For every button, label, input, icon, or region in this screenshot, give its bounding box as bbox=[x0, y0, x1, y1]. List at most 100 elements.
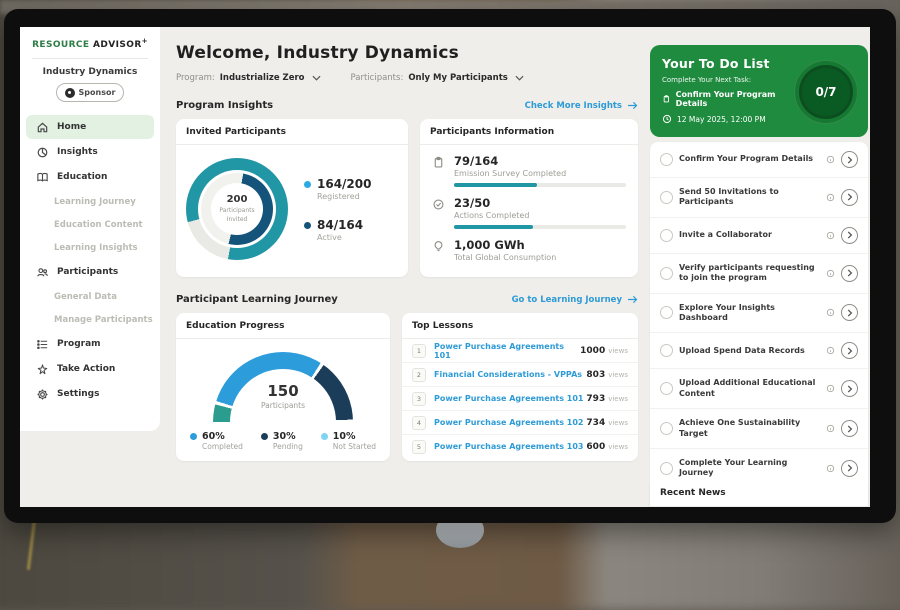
task-open-button[interactable] bbox=[841, 265, 858, 282]
task-row: Upload Spend Data Records bbox=[650, 333, 868, 369]
sidebar-item-program[interactable]: Program bbox=[26, 332, 154, 356]
chevron-down-icon bbox=[515, 75, 524, 81]
views-suffix: views bbox=[608, 371, 628, 379]
list-icon bbox=[36, 338, 49, 351]
lesson-row: 2 Financial Considerations - VPPAs 803 v… bbox=[402, 363, 638, 387]
info-icon[interactable] bbox=[826, 231, 835, 240]
chevron-right-icon bbox=[847, 309, 853, 317]
task-open-button[interactable] bbox=[841, 460, 858, 477]
insights-icon bbox=[36, 146, 49, 159]
task-open-button[interactable] bbox=[841, 420, 858, 437]
task-checkbox[interactable] bbox=[660, 382, 673, 395]
info-icon[interactable] bbox=[826, 346, 835, 355]
go-to-learning-journey-link[interactable]: Go to Learning Journey bbox=[512, 295, 638, 305]
lesson-link[interactable]: Financial Considerations - VPPAs bbox=[434, 370, 586, 379]
task-open-button[interactable] bbox=[841, 227, 858, 244]
chevron-right-icon bbox=[847, 231, 853, 239]
legend-label: Active bbox=[317, 233, 363, 242]
sidebar-item-learning-journey[interactable]: Learning Journey bbox=[20, 190, 160, 213]
sidebar-item-home[interactable]: Home bbox=[26, 115, 154, 139]
views-suffix: views bbox=[608, 443, 628, 451]
task-checkbox[interactable] bbox=[660, 306, 673, 319]
stat-label: Total Global Consumption bbox=[454, 253, 556, 262]
lesson-row: 3 Power Purchase Agreements 101 793 view… bbox=[402, 387, 638, 411]
lesson-views: 734 bbox=[586, 418, 605, 428]
sidebar-item-settings[interactable]: Settings bbox=[26, 382, 154, 406]
lesson-row: 4 Power Purchase Agreements 102 734 view… bbox=[402, 411, 638, 435]
logo-resource: RESOURCE bbox=[32, 40, 89, 50]
task-open-button[interactable] bbox=[841, 304, 858, 321]
lesson-views: 600 bbox=[586, 442, 605, 452]
sidebar-item-label: Participants bbox=[57, 267, 118, 277]
education-progress-card: Education Progress 150 Participants 60% bbox=[176, 313, 390, 461]
clipboard-icon bbox=[432, 156, 445, 169]
invited-participants-card: Invited Participants 200 Participants In… bbox=[176, 119, 408, 277]
sidebar-item-take-action[interactable]: Take Action bbox=[26, 357, 154, 381]
program-label: Program: bbox=[176, 73, 215, 83]
legend-label: Pending bbox=[273, 442, 303, 451]
task-checkbox[interactable] bbox=[660, 344, 673, 357]
sidebar-item-label: Learning Insights bbox=[54, 243, 138, 253]
card-title: Invited Participants bbox=[176, 119, 408, 145]
task-open-button[interactable] bbox=[841, 151, 858, 168]
info-icon[interactable] bbox=[826, 193, 835, 202]
check-more-insights-link[interactable]: Check More Insights bbox=[525, 101, 638, 111]
program-select[interactable]: Program: Industrialize Zero bbox=[176, 73, 321, 83]
chevron-right-icon bbox=[847, 425, 853, 433]
lesson-link[interactable]: Power Purchase Agreements 103 bbox=[434, 442, 586, 451]
arrow-right-icon bbox=[627, 101, 638, 110]
sidebar-item-insights[interactable]: Insights bbox=[26, 140, 154, 164]
views-suffix: views bbox=[608, 395, 628, 403]
sidebar-item-education[interactable]: Education bbox=[26, 165, 154, 189]
task-checkbox[interactable] bbox=[660, 153, 673, 166]
lesson-link[interactable]: Power Purchase Agreements 101 bbox=[434, 342, 580, 360]
sidebar-item-education-content[interactable]: Education Content bbox=[20, 213, 160, 236]
task-checkbox[interactable] bbox=[660, 229, 673, 242]
todo-next-task-label: Confirm Your Program Details bbox=[676, 90, 792, 108]
task-open-button[interactable] bbox=[841, 380, 858, 397]
chevron-right-icon bbox=[847, 269, 853, 277]
info-icon[interactable] bbox=[826, 269, 835, 278]
participants-value: Only My Participants bbox=[408, 73, 508, 83]
chevron-right-icon bbox=[847, 347, 853, 355]
task-checkbox[interactable] bbox=[660, 462, 673, 475]
invited-card-body: 200 Participants Invited 164/200 Registe… bbox=[176, 145, 408, 273]
sponsor-badge[interactable]: Sponsor bbox=[56, 83, 124, 102]
task-checkbox[interactable] bbox=[660, 267, 673, 280]
sidebar-item-manage-participants[interactable]: Manage Participants bbox=[20, 308, 160, 331]
sponsor-label: Sponsor bbox=[79, 88, 116, 97]
legend-value: 10% bbox=[333, 431, 376, 442]
lightbulb-icon bbox=[432, 240, 445, 253]
task-open-button[interactable] bbox=[841, 189, 858, 206]
main-content: Welcome, Industry Dynamics Program: Indu… bbox=[160, 27, 650, 507]
progress-track bbox=[454, 183, 626, 187]
task-open-button[interactable] bbox=[841, 342, 858, 359]
todo-progress-ring: 0/7 bbox=[794, 60, 858, 124]
task-checkbox[interactable] bbox=[660, 422, 673, 435]
todo-progress-count: 0/7 bbox=[799, 65, 853, 119]
lesson-link[interactable]: Power Purchase Agreements 101 bbox=[434, 394, 586, 403]
sidebar-item-general-data[interactable]: General Data bbox=[20, 285, 160, 308]
participants-select[interactable]: Participants: Only My Participants bbox=[351, 73, 524, 83]
todo-next-task: Confirm Your Program Details bbox=[662, 90, 792, 108]
info-icon[interactable] bbox=[826, 308, 835, 317]
card-title: Participants Information bbox=[420, 119, 638, 145]
donut-center: 200 Participants Invited bbox=[211, 183, 263, 235]
recent-news-title: Recent News bbox=[650, 479, 868, 507]
info-icon[interactable] bbox=[826, 155, 835, 164]
info-icon[interactable] bbox=[826, 464, 835, 473]
sidebar-item-label: General Data bbox=[54, 292, 117, 302]
info-icon[interactable] bbox=[826, 384, 835, 393]
lesson-link[interactable]: Power Purchase Agreements 102 bbox=[434, 418, 586, 427]
lesson-row: 5 Power Purchase Agreements 103 600 view… bbox=[402, 435, 638, 458]
donut-legend: 164/200 Registered 84/164 Active bbox=[304, 177, 371, 242]
progress-fill bbox=[454, 225, 533, 229]
sidebar-item-participants[interactable]: Participants bbox=[26, 260, 154, 284]
task-checkbox[interactable] bbox=[660, 191, 673, 204]
task-label: Send 50 Invitations to Participants bbox=[679, 187, 820, 208]
section-title: Program Insights bbox=[176, 100, 273, 111]
info-icon[interactable] bbox=[826, 424, 835, 433]
sidebar-item-label: Education bbox=[57, 172, 107, 182]
progress-track bbox=[454, 225, 626, 229]
sidebar-item-learning-insights[interactable]: Learning Insights bbox=[20, 236, 160, 259]
